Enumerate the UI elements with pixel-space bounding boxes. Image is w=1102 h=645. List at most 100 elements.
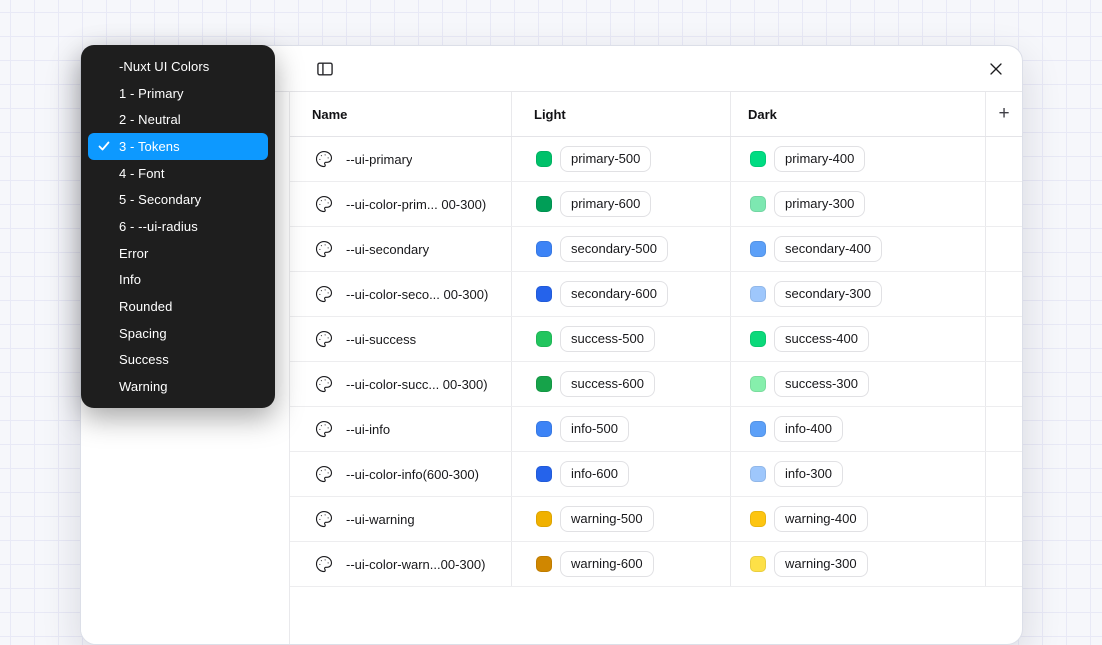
variable-name-cell[interactable]: --ui-color-warn...00-300) — [290, 542, 511, 586]
color-swatch[interactable] — [750, 466, 766, 482]
row-extra-cell — [985, 182, 1022, 226]
color-swatch[interactable] — [536, 241, 552, 257]
dark-mode-value-cell[interactable]: primary-400 — [730, 137, 985, 181]
color-swatch[interactable] — [536, 421, 552, 437]
color-alias-pill[interactable]: warning-300 — [774, 551, 868, 577]
color-swatch[interactable] — [536, 286, 552, 302]
light-mode-value-cell[interactable]: warning-600 — [511, 542, 730, 586]
palette-icon — [315, 375, 333, 393]
color-alias-pill[interactable]: primary-500 — [560, 146, 651, 172]
menu-item[interactable]: Spacing — [81, 320, 275, 347]
color-swatch[interactable] — [750, 331, 766, 347]
light-mode-value-cell[interactable]: success-500 — [511, 317, 730, 361]
color-alias-pill[interactable]: success-500 — [560, 326, 655, 352]
menu-item[interactable]: Rounded — [81, 293, 275, 320]
color-alias-pill[interactable]: success-400 — [774, 326, 869, 352]
variable-name: --ui-secondary — [346, 242, 429, 257]
light-mode-value-cell[interactable]: primary-600 — [511, 182, 730, 226]
light-mode-value-cell[interactable]: warning-500 — [511, 497, 730, 541]
dark-mode-value-cell[interactable]: secondary-400 — [730, 227, 985, 271]
dark-mode-value-cell[interactable]: secondary-300 — [730, 272, 985, 316]
menu-item[interactable]: Info — [81, 267, 275, 294]
color-swatch[interactable] — [750, 511, 766, 527]
dark-mode-value-cell[interactable]: warning-300 — [730, 542, 985, 586]
dark-mode-value-cell[interactable]: info-300 — [730, 452, 985, 496]
color-swatch[interactable] — [536, 196, 552, 212]
variable-name-cell[interactable]: --ui-color-succ... 00-300) — [290, 362, 511, 406]
menu-item[interactable]: Success — [81, 347, 275, 374]
menu-item[interactable]: 4 - Font — [81, 160, 275, 187]
color-alias-pill[interactable]: info-300 — [774, 461, 843, 487]
variable-name-cell[interactable]: --ui-color-prim... 00-300) — [290, 182, 511, 226]
color-alias-pill[interactable]: primary-300 — [774, 191, 865, 217]
variable-name-cell[interactable]: --ui-warning — [290, 497, 511, 541]
menu-item[interactable]: Error — [81, 240, 275, 267]
menu-item[interactable]: -Nuxt UI Colors — [81, 53, 275, 80]
table-row: --ui-info info-500 info-400 — [290, 407, 1022, 452]
palette-icon — [315, 420, 333, 438]
color-swatch[interactable] — [536, 466, 552, 482]
color-swatch[interactable] — [750, 421, 766, 437]
dark-mode-value-cell[interactable]: warning-400 — [730, 497, 985, 541]
light-mode-value-cell[interactable]: success-600 — [511, 362, 730, 406]
color-swatch[interactable] — [536, 151, 552, 167]
color-alias-pill[interactable]: warning-400 — [774, 506, 868, 532]
color-swatch[interactable] — [750, 376, 766, 392]
light-mode-value-cell[interactable]: primary-500 — [511, 137, 730, 181]
variable-name-cell[interactable]: --ui-success — [290, 317, 511, 361]
color-alias-pill[interactable]: info-400 — [774, 416, 843, 442]
color-alias-pill[interactable]: info-500 — [560, 416, 629, 442]
color-swatch[interactable] — [536, 511, 552, 527]
variable-name-cell[interactable]: --ui-primary — [290, 137, 511, 181]
color-alias-pill[interactable]: info-600 — [560, 461, 629, 487]
palette-icon — [315, 510, 333, 528]
variable-name-cell[interactable]: --ui-color-seco... 00-300) — [290, 272, 511, 316]
variable-name: --ui-warning — [346, 512, 415, 527]
light-mode-value-cell[interactable]: secondary-600 — [511, 272, 730, 316]
color-alias-pill[interactable]: success-600 — [560, 371, 655, 397]
color-alias-pill[interactable]: secondary-300 — [774, 281, 882, 307]
color-alias-pill[interactable]: primary-400 — [774, 146, 865, 172]
close-button[interactable] — [982, 55, 1010, 83]
table-rows: --ui-primary primary-500 primary-400 -- — [290, 137, 1022, 587]
color-swatch[interactable] — [750, 286, 766, 302]
color-alias-pill[interactable]: primary-600 — [560, 191, 651, 217]
color-swatch[interactable] — [536, 376, 552, 392]
color-swatch[interactable] — [750, 151, 766, 167]
menu-item[interactable]: Warning — [81, 373, 275, 400]
light-mode-value-cell[interactable]: secondary-500 — [511, 227, 730, 271]
dark-mode-value-cell[interactable]: info-400 — [730, 407, 985, 451]
dark-mode-value-cell[interactable]: primary-300 — [730, 182, 985, 226]
light-mode-value-cell[interactable]: info-500 — [511, 407, 730, 451]
palette-icon — [315, 240, 333, 258]
color-swatch[interactable] — [536, 331, 552, 347]
row-extra-cell — [985, 452, 1022, 496]
add-mode-button[interactable]: + — [985, 92, 1022, 136]
figma-canvas: { "background": { "base_color": "#F6F7FB… — [0, 0, 1102, 575]
color-swatch[interactable] — [536, 556, 552, 572]
color-swatch[interactable] — [750, 241, 766, 257]
variables-table: Name Light Dark + --ui-primary primary — [290, 92, 1022, 644]
menu-item[interactable]: 2 - Neutral — [81, 106, 275, 133]
color-alias-pill[interactable]: secondary-400 — [774, 236, 882, 262]
dark-mode-value-cell[interactable]: success-300 — [730, 362, 985, 406]
color-alias-pill[interactable]: warning-500 — [560, 506, 654, 532]
palette-icon — [315, 195, 333, 213]
dark-mode-value-cell[interactable]: success-400 — [730, 317, 985, 361]
variable-name-cell[interactable]: --ui-info — [290, 407, 511, 451]
color-swatch[interactable] — [750, 556, 766, 572]
toggle-sidebar-button[interactable] — [311, 55, 339, 83]
menu-item[interactable]: 6 - --ui-radius — [81, 213, 275, 240]
color-alias-pill[interactable]: warning-600 — [560, 551, 654, 577]
menu-item[interactable]: 3 - Tokens — [88, 133, 268, 160]
variable-name-cell[interactable]: --ui-secondary — [290, 227, 511, 271]
color-alias-pill[interactable]: success-300 — [774, 371, 869, 397]
color-alias-pill[interactable]: secondary-500 — [560, 236, 668, 262]
color-swatch[interactable] — [750, 196, 766, 212]
variable-name: --ui-color-warn...00-300) — [346, 557, 485, 572]
color-alias-pill[interactable]: secondary-600 — [560, 281, 668, 307]
menu-item[interactable]: 1 - Primary — [81, 80, 275, 107]
menu-item[interactable]: 5 - Secondary — [81, 186, 275, 213]
variable-name-cell[interactable]: --ui-color-info(600-300) — [290, 452, 511, 496]
light-mode-value-cell[interactable]: info-600 — [511, 452, 730, 496]
